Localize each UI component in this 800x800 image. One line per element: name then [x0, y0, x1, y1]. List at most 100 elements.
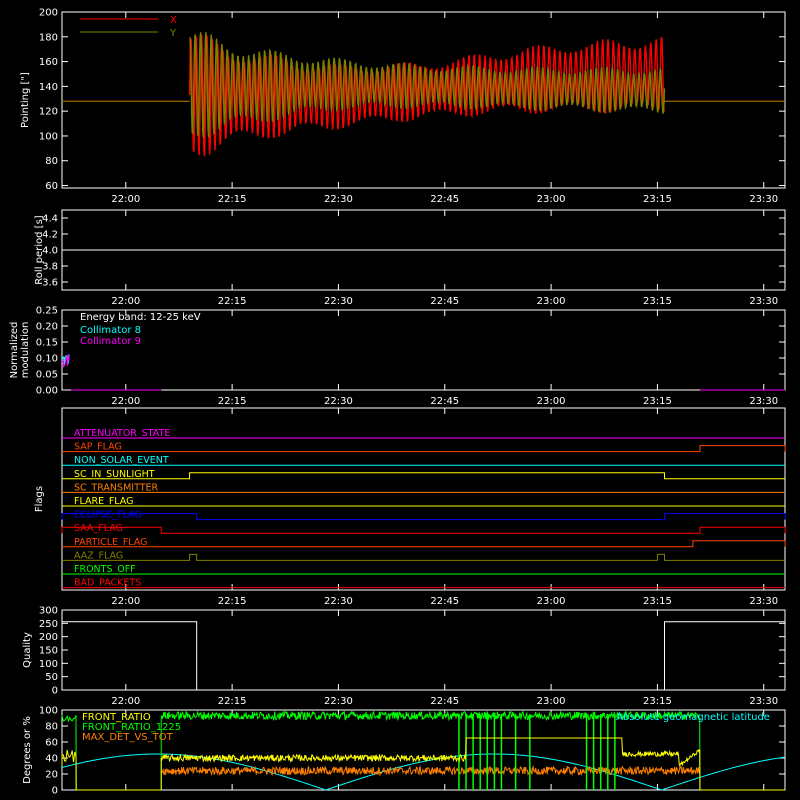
flag-label: ATTENUATOR_STATE	[74, 428, 170, 439]
y-axis-label: Normalized	[9, 322, 20, 379]
x-tick-label: 23:30	[749, 396, 778, 407]
x-tick-label: 22:00	[111, 296, 140, 307]
y-tick-label: 50	[45, 672, 58, 683]
flag-label: ECLIPSE_FLAG	[74, 510, 142, 521]
flag-label: SAA_FLAG	[74, 523, 123, 534]
y-tick-label: 200	[39, 8, 58, 19]
flag-line	[62, 445, 786, 453]
x-tick-label: 22:30	[324, 194, 353, 205]
y-tick-label: 180	[39, 32, 58, 43]
y-tick-label: 40	[45, 754, 58, 765]
y-tick-label: 0.20	[36, 322, 58, 333]
x-tick-label: 22:15	[218, 396, 247, 407]
y-tick-label: 0.15	[36, 338, 58, 349]
flag-line	[62, 553, 785, 561]
axes-frame	[61, 407, 786, 591]
x-tick-label: 23:00	[537, 596, 566, 607]
flag-label: FLARE_FLAG	[74, 496, 134, 507]
legend-label: MAX_DET_VS_TOT	[82, 732, 174, 743]
x-tick-label: 22:15	[218, 696, 247, 707]
x-tick-label: 23:30	[749, 296, 778, 307]
quality-line	[62, 621, 785, 691]
y-axis-label: modulation	[20, 322, 31, 379]
legend-label: X	[170, 15, 177, 26]
x-tick-label: 22:15	[218, 296, 247, 307]
x-tick-label: 22:15	[218, 596, 247, 607]
x-tick-label: 22:30	[324, 596, 353, 607]
flag-line	[62, 472, 785, 480]
y-tick-label: 100	[39, 659, 58, 670]
x-tick-label: 23:00	[537, 696, 566, 707]
y-tick-label: 160	[39, 57, 58, 68]
y-tick-label: 200	[39, 632, 58, 643]
x-tick-label: 22:00	[111, 194, 140, 205]
degrees-panel: 020406080100Degrees or % FRONT_RATIOFRONT…	[22, 706, 786, 797]
y-tick-label: 100	[39, 131, 58, 142]
x-tick-label: 23:15	[643, 396, 672, 407]
flag-label: AAZ_FLAG	[74, 550, 123, 561]
y-tick-label: 60	[45, 181, 58, 192]
flag-label: PARTICLE_FLAG	[74, 537, 147, 548]
chart-stage: 22:00 22:15 22:30 22:45 23:00 23:15 23:30 60 80 1…	[9, 8, 786, 797]
x-tick-label: 23:15	[643, 596, 672, 607]
y-tick-label: 120	[39, 107, 58, 118]
legend-label: Collimator 8	[80, 325, 141, 336]
x-tick-label: 23:00	[537, 194, 566, 205]
x-tick-label: 22:30	[324, 696, 353, 707]
pointing-panel: 22:00 22:15 22:30 22:45 23:00 23:15 23:30 60 80 1…	[20, 8, 786, 205]
y-tick-label: 300	[39, 606, 58, 617]
x-tick-label: 22:00	[111, 396, 140, 407]
y-tick-label: 0.00	[36, 386, 58, 397]
x-tick-label: 22:45	[430, 194, 459, 205]
flag-label: SC_IN_SUNLIGHT	[74, 469, 155, 480]
y-axis-label: Roll period [s]	[34, 215, 45, 284]
flags-panel: 22:00 22:15 22:30 22:45 23:00 23:15 23:30 Flags…	[34, 407, 786, 607]
modulation-panel: 22:00 22:15 22:30 22:45 23:00 23:15 23:30 0.00 0…	[9, 306, 786, 407]
x-tick-label: 22:45	[430, 396, 459, 407]
x-tick-label: 22:45	[430, 596, 459, 607]
x-tick-label: 23:30	[749, 194, 778, 205]
flag-label: BAD_PACKETS	[74, 578, 141, 589]
x-tick-label: 23:00	[537, 296, 566, 307]
x-tick-label: 22:15	[218, 194, 247, 205]
y-tick-label: 80	[45, 156, 58, 167]
flag-label: SC_TRANSMITTER	[74, 482, 159, 493]
x-tick-label: 22:45	[430, 696, 459, 707]
y-tick-label: 80	[45, 722, 58, 733]
y-tick-label: 250	[39, 619, 58, 630]
legend-label: Absolute geomagnetic latitude	[616, 712, 770, 723]
y-axis-label: Flags	[34, 486, 45, 512]
x-tick-label: 22:30	[324, 296, 353, 307]
y-tick-label: 0	[52, 786, 58, 797]
x-tick-label: 22:45	[430, 296, 459, 307]
legend-label: Y	[169, 28, 177, 39]
x-tick-label: 23:15	[643, 696, 672, 707]
legend-label: Collimator 9	[80, 336, 141, 347]
x-tick-label: 23:30	[749, 696, 778, 707]
y-tick-label: 100	[39, 706, 58, 717]
flag-label: NON_SOLAR_EVENT	[74, 455, 169, 466]
energy-band-annotation: Energy band: 12-25 keV	[80, 312, 201, 323]
y-axis-label: Pointing ["]	[20, 72, 31, 128]
x-tick-label: 23:15	[643, 194, 672, 205]
y-tick-label: 60	[45, 738, 58, 749]
max-det-vs-tot-line	[160, 764, 701, 777]
y-axis-label: Quality	[22, 632, 33, 668]
y-tick-label: 140	[39, 82, 58, 93]
x-tick-label: 23:30	[749, 596, 778, 607]
y-axis-label: Degrees or %	[22, 716, 33, 784]
x-tick-label: 22:00	[111, 596, 140, 607]
x-tick-label: 23:15	[643, 296, 672, 307]
y-tick-label: 0.25	[36, 306, 58, 317]
y-tick-label: 20	[45, 770, 58, 781]
flag-line	[62, 540, 786, 548]
x-tick-label: 22:30	[324, 396, 353, 407]
y-tick-label: 0	[52, 686, 58, 697]
flag-line	[61, 526, 786, 534]
front-ratio-line	[61, 737, 785, 791]
quality-panel: 22:00 22:15 22:30 22:45 23:00 23:15 23:30 0 50 10…	[22, 606, 786, 707]
x-tick-label: 22:00	[111, 696, 140, 707]
flag-label: FRONTS_OFF	[74, 564, 136, 575]
y-tick-label: 150	[39, 646, 58, 657]
flag-label: SAP_FLAG	[74, 442, 122, 453]
